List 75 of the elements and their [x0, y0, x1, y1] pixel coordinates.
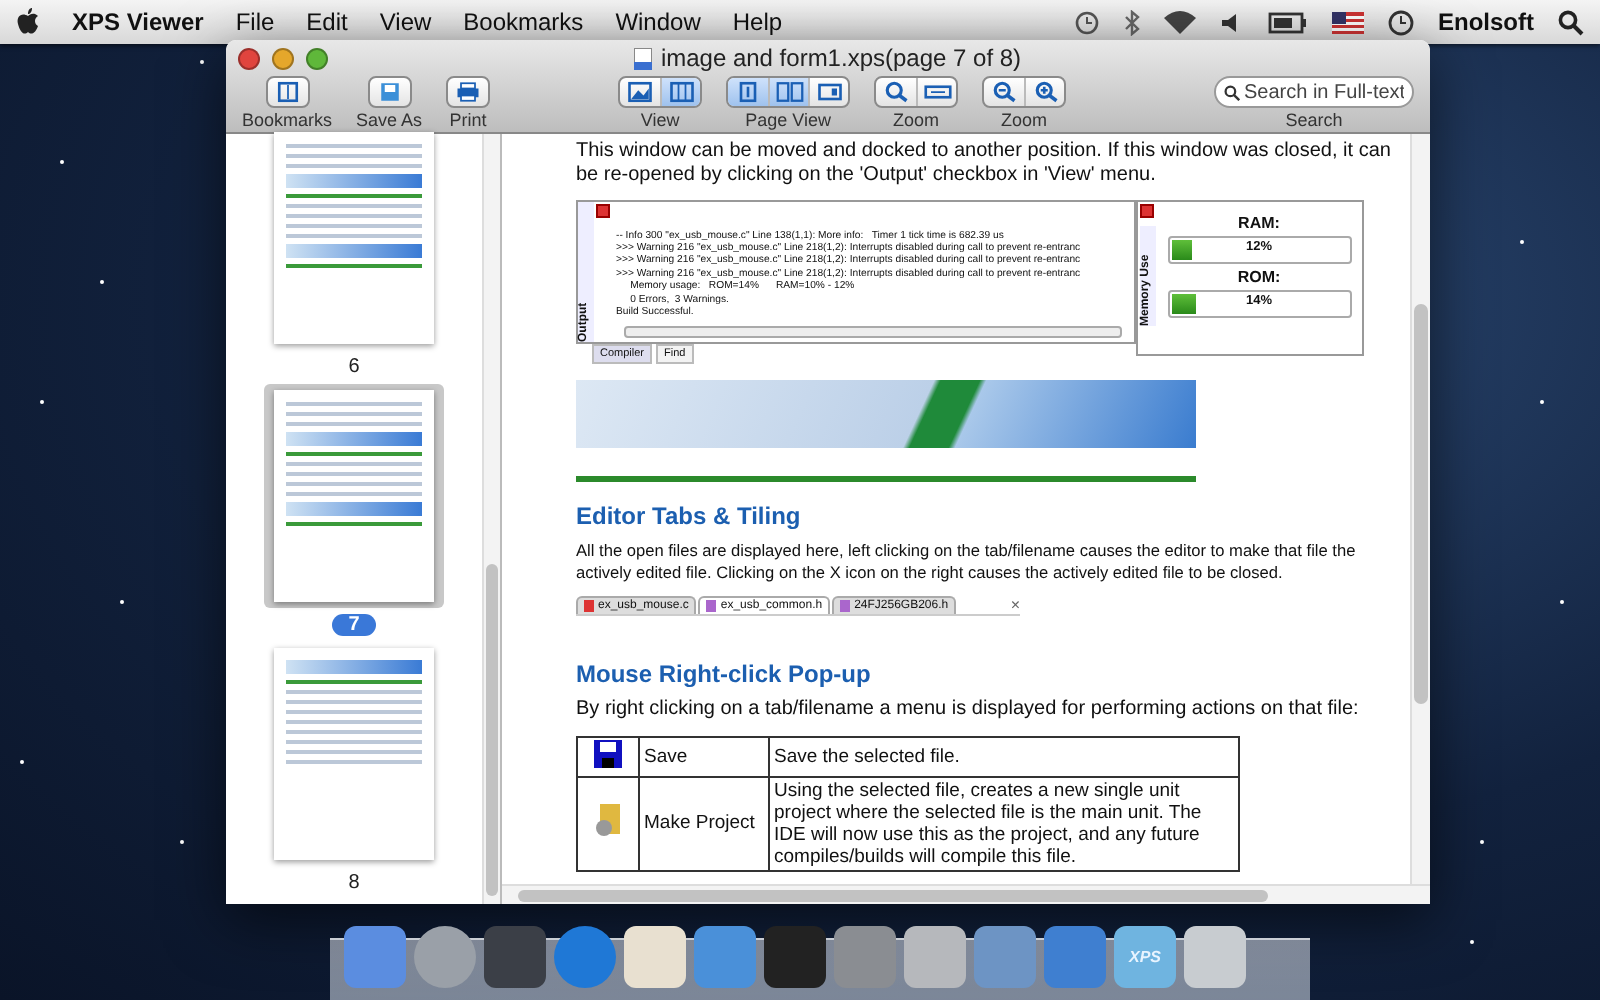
- flag-icon[interactable]: [1332, 11, 1364, 33]
- document-icon: [634, 47, 653, 69]
- file-icon: [840, 599, 851, 612]
- bluetooth-icon[interactable]: [1124, 9, 1140, 35]
- scrollbar-thumb[interactable]: [486, 564, 498, 896]
- minimize-button[interactable]: [272, 47, 294, 69]
- apple-icon[interactable]: [16, 8, 40, 36]
- toolbar-label: Print: [449, 110, 487, 130]
- table-cell: Make Project: [639, 776, 769, 871]
- two-page-icon: [775, 80, 804, 104]
- toolbar-label: View: [640, 110, 680, 130]
- scrollbar-thumb[interactable]: [518, 890, 1268, 902]
- paragraph: All the open files are displayed here, left clicking on the tab/filename causes the editor to make that file the actively edited file. Clicking on the X icon on the right causes the actively edited file to be closed.: [576, 540, 1358, 584]
- scrollbar-thumb[interactable]: [1414, 304, 1428, 704]
- file-icon: [706, 599, 717, 612]
- zoom-out-icon: [990, 80, 1019, 104]
- segmented-control[interactable]: [874, 76, 959, 108]
- meter-label: RAM:: [1238, 214, 1280, 232]
- paragraph: This window can be moved and docked to another position. If this window was closed, it can be re-opened by clicking on the 'Output' checkbox in 'View' menu.: [576, 140, 1393, 188]
- menu-item[interactable]: View: [379, 8, 432, 36]
- search-icon[interactable]: [1558, 9, 1584, 35]
- page-number: 6: [346, 356, 362, 378]
- menu-item[interactable]: Edit: [306, 8, 348, 36]
- window-title: image and form1.xps(page 7 of 8): [660, 44, 1022, 72]
- toolbar-label: Bookmarks: [242, 110, 333, 130]
- toolbar-button[interactable]: [728, 78, 769, 106]
- segmented-control[interactable]: [726, 76, 851, 108]
- paragraph: By right clicking on a tab/filename a menu is displayed for performing actions on that file:: [576, 697, 1361, 720]
- app-name[interactable]: XPS Viewer: [72, 8, 204, 36]
- wifi-icon[interactable]: [1164, 10, 1196, 34]
- toolbar-button[interactable]: [768, 78, 809, 106]
- book-icon: [273, 80, 301, 104]
- zoom-button[interactable]: [306, 47, 328, 69]
- toolbar-label: Zoom: [893, 110, 940, 130]
- toolbar-label: Zoom: [1001, 110, 1048, 130]
- page-thumbnail[interactable]: [274, 132, 434, 344]
- user-name[interactable]: Enolsoft: [1438, 8, 1534, 36]
- file-icon: [584, 599, 594, 612]
- floppy-icon: [375, 80, 404, 104]
- scrollbar[interactable]: [624, 326, 1122, 338]
- page-thumbnail[interactable]: [274, 390, 434, 602]
- section-heading: Editor Tabs & Tiling: [576, 502, 803, 530]
- clock-icon[interactable]: [1388, 9, 1414, 35]
- battery-icon[interactable]: [1268, 11, 1308, 33]
- menu-item[interactable]: File: [235, 8, 275, 36]
- image-icon: [626, 80, 655, 104]
- toolbar-button[interactable]: [660, 78, 701, 106]
- magnifier-icon: [882, 80, 911, 104]
- meter-label: ROM:: [1237, 268, 1281, 286]
- toolbar-button[interactable]: [916, 78, 957, 106]
- search-icon: [1224, 83, 1240, 101]
- columns-icon: [667, 80, 696, 104]
- menu-item[interactable]: Window: [615, 8, 701, 36]
- segmented-control[interactable]: [618, 76, 703, 108]
- section-heading: Mouse Right-click Pop-up: [576, 659, 873, 688]
- zoom-in-icon: [1031, 80, 1060, 104]
- clock-history-icon[interactable]: [1074, 9, 1100, 35]
- toolbar-label: Page View: [745, 110, 831, 130]
- page-number: 7: [332, 614, 376, 636]
- toolbar-label: Search: [1285, 110, 1343, 130]
- fit-width-icon: [923, 80, 952, 104]
- table-cell: Using the selected file, creates a new single unit project where the selected file is the main unit. The IDE will now use this as the project, and any future compiles/builds will compile this file.: [769, 776, 1239, 871]
- wide-page-icon: [815, 80, 844, 104]
- close-button[interactable]: [238, 47, 260, 69]
- close-glyph[interactable]: ×: [1010, 595, 1020, 614]
- toolbar-label: Save As: [356, 110, 423, 130]
- page-thumbnail[interactable]: [274, 648, 434, 860]
- segmented-control[interactable]: [982, 76, 1067, 108]
- page-number: 8: [346, 872, 362, 894]
- floppy-icon: [594, 739, 622, 768]
- printer-icon: [454, 80, 483, 104]
- table-cell: Save the selected file.: [769, 736, 1239, 777]
- menu-item[interactable]: Bookmarks: [463, 8, 584, 36]
- menu-item[interactable]: Help: [732, 8, 783, 36]
- table-cell: Save: [639, 736, 769, 777]
